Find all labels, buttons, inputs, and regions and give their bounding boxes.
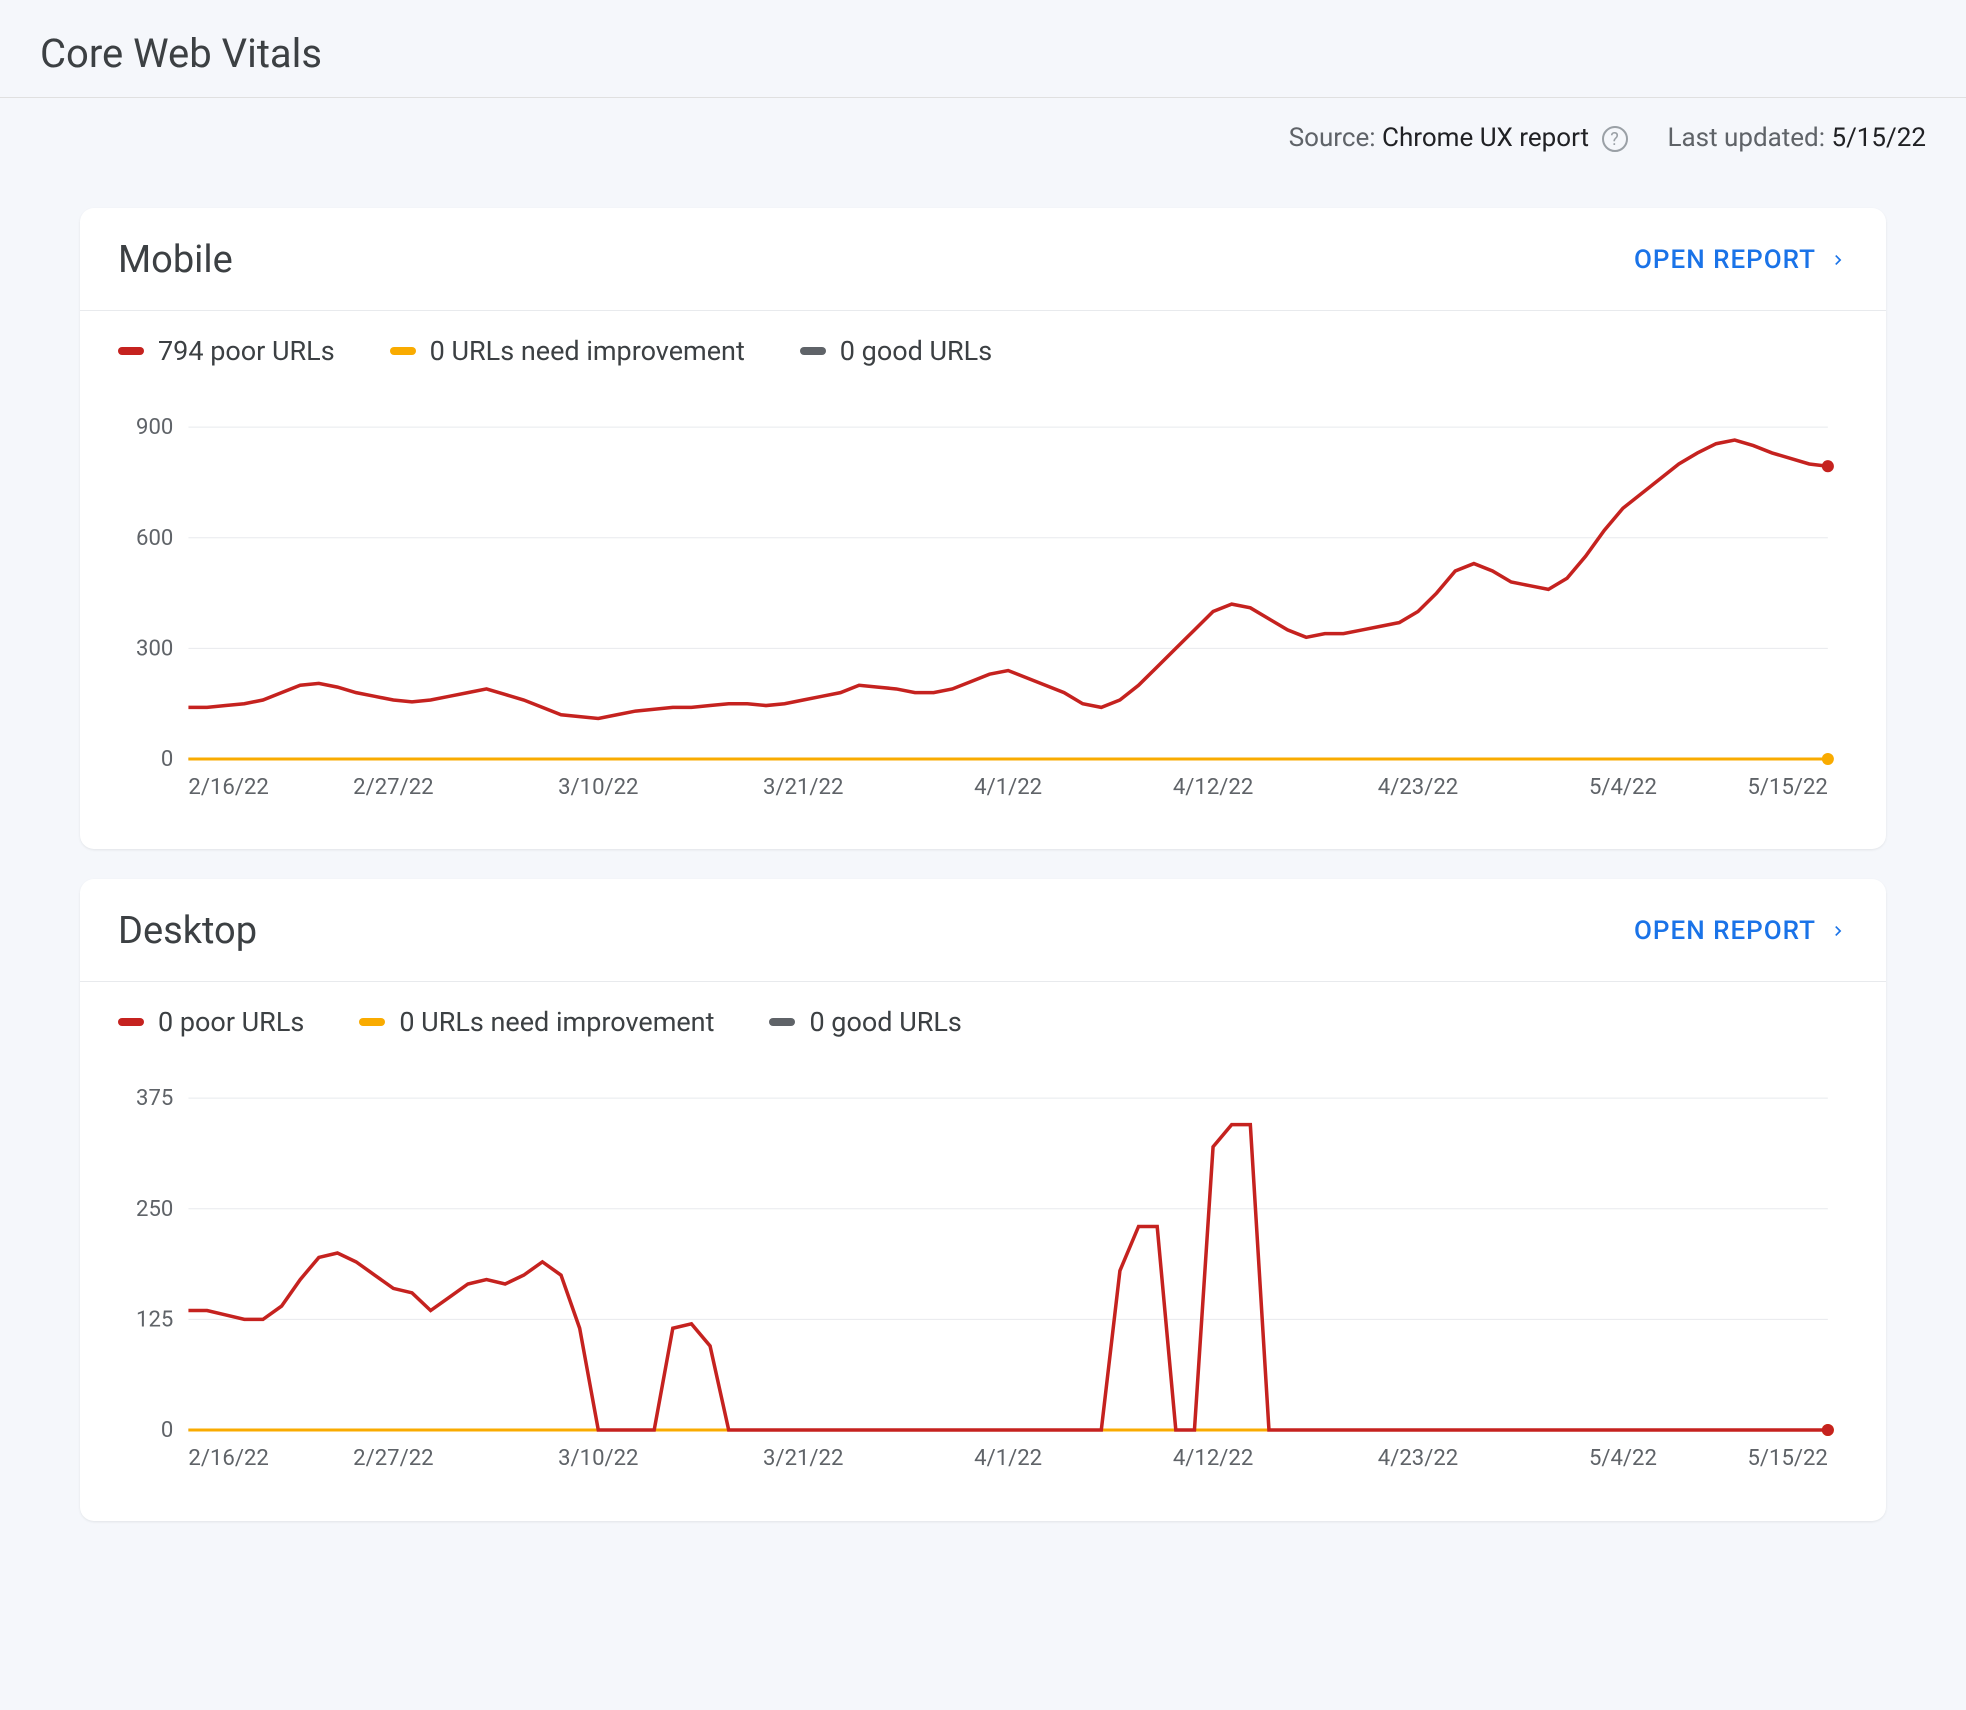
meta-bar: Source: Chrome UX report ? Last updated:… [0, 98, 1966, 178]
mobile-card-title: Mobile [118, 238, 233, 282]
page-title: Core Web Vitals [40, 30, 1926, 77]
swatch-poor-icon [118, 1018, 144, 1026]
svg-text:900: 900 [136, 414, 173, 440]
svg-text:0: 0 [161, 746, 173, 772]
svg-text:3/21/22: 3/21/22 [763, 1446, 843, 1472]
svg-text:4/12/22: 4/12/22 [1173, 774, 1253, 800]
swatch-poor-icon [118, 347, 144, 355]
open-report-label: OPEN REPORT [1634, 916, 1816, 946]
svg-text:3/10/22: 3/10/22 [558, 774, 638, 800]
svg-text:3/10/22: 3/10/22 [558, 1446, 638, 1472]
svg-text:5/15/22: 5/15/22 [1747, 774, 1827, 800]
svg-text:2/27/22: 2/27/22 [353, 1446, 433, 1472]
swatch-need-icon [359, 1018, 385, 1026]
page-header: Core Web Vitals [0, 0, 1966, 98]
svg-text:2/16/22: 2/16/22 [188, 774, 268, 800]
desktop-chart: 0 125 250 375 2/16/22 2/27/22 3/10/22 3/21/22 4/… [118, 1078, 1848, 1480]
legend-poor-label: 0 poor URLs [158, 1006, 304, 1038]
legend-poor: 794 poor URLs [118, 335, 335, 367]
svg-text:4/1/22: 4/1/22 [974, 1446, 1042, 1472]
svg-text:4/12/22: 4/12/22 [1173, 1446, 1253, 1472]
help-icon[interactable]: ? [1602, 126, 1628, 152]
legend-good: 0 good URLs [769, 1006, 961, 1038]
mobile-chart-container: 0 300 600 900 2/16/22 2/27/22 3/10/22 3/21/22 4/… [80, 377, 1886, 849]
svg-text:600: 600 [136, 525, 173, 551]
svg-text:2/16/22: 2/16/22 [188, 1446, 268, 1472]
open-report-button[interactable]: OPEN REPORT [1634, 245, 1848, 275]
updated-info: Last updated: 5/15/22 [1668, 123, 1927, 153]
svg-text:5/4/22: 5/4/22 [1589, 774, 1657, 800]
svg-text:4/23/22: 4/23/22 [1378, 774, 1458, 800]
svg-text:4/23/22: 4/23/22 [1378, 1446, 1458, 1472]
svg-text:300: 300 [136, 635, 173, 661]
open-report-button[interactable]: OPEN REPORT [1634, 916, 1848, 946]
svg-text:375: 375 [136, 1085, 173, 1111]
mobile-card: Mobile OPEN REPORT 794 poor URLs 0 URLs … [80, 208, 1886, 849]
swatch-good-icon [769, 1018, 795, 1026]
svg-text:250: 250 [136, 1196, 173, 1222]
legend-poor: 0 poor URLs [118, 1006, 304, 1038]
updated-label: Last updated: [1668, 123, 1826, 153]
desktop-card-title: Desktop [118, 909, 257, 953]
svg-text:5/15/22: 5/15/22 [1747, 1446, 1827, 1472]
mobile-card-header: Mobile OPEN REPORT [80, 208, 1886, 311]
svg-text:2/27/22: 2/27/22 [353, 774, 433, 800]
svg-text:4/1/22: 4/1/22 [974, 774, 1042, 800]
svg-text:5/4/22: 5/4/22 [1589, 1446, 1657, 1472]
swatch-good-icon [800, 347, 826, 355]
open-report-label: OPEN REPORT [1634, 245, 1816, 275]
swatch-need-icon [390, 347, 416, 355]
source-info: Source: Chrome UX report ? [1289, 123, 1628, 153]
legend-need: 0 URLs need improvement [390, 335, 745, 367]
mobile-chart: 0 300 600 900 2/16/22 2/27/22 3/10/22 3/21/22 4/… [118, 407, 1848, 809]
chevron-right-icon [1828, 921, 1848, 941]
svg-text:125: 125 [136, 1307, 173, 1333]
svg-text:3/21/22: 3/21/22 [763, 774, 843, 800]
legend-poor-label: 794 poor URLs [158, 335, 335, 367]
updated-value: 5/15/22 [1831, 123, 1926, 153]
source-label: Source: [1289, 123, 1376, 153]
chevron-right-icon [1828, 250, 1848, 270]
desktop-card: Desktop OPEN REPORT 0 poor URLs 0 URLs n… [80, 879, 1886, 1520]
desktop-chart-container: 0 125 250 375 2/16/22 2/27/22 3/10/22 3/21/22 4/… [80, 1048, 1886, 1520]
legend-need-label: 0 URLs need improvement [399, 1006, 714, 1038]
legend-good-label: 0 good URLs [840, 335, 992, 367]
legend-need-label: 0 URLs need improvement [430, 335, 745, 367]
desktop-legend: 0 poor URLs 0 URLs need improvement 0 go… [80, 982, 1886, 1048]
desktop-card-header: Desktop OPEN REPORT [80, 879, 1886, 982]
legend-need: 0 URLs need improvement [359, 1006, 714, 1038]
source-value: Chrome UX report [1382, 123, 1589, 153]
legend-good-label: 0 good URLs [809, 1006, 961, 1038]
mobile-legend: 794 poor URLs 0 URLs need improvement 0 … [80, 311, 1886, 377]
legend-good: 0 good URLs [800, 335, 992, 367]
svg-text:0: 0 [161, 1417, 173, 1443]
